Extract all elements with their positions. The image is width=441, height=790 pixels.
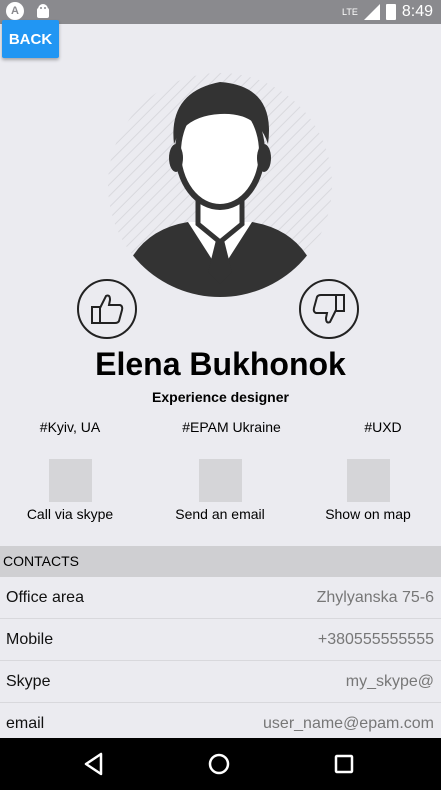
app-a-icon: A xyxy=(6,2,24,20)
recents-square-icon[interactable] xyxy=(331,751,357,777)
contact-value: Zhylyanska 75-6 xyxy=(316,588,434,606)
email-icon xyxy=(198,459,242,502)
contact-row-skype[interactable]: Skype my_skype@ xyxy=(0,661,441,703)
contact-key: email xyxy=(6,715,45,732)
dislike-button[interactable] xyxy=(299,279,359,339)
contact-value: user_name@epam.com xyxy=(263,715,434,732)
action-label: Send an email xyxy=(175,506,265,522)
like-button[interactable] xyxy=(77,279,137,339)
back-triangle-icon[interactable] xyxy=(81,751,107,777)
thumbs-down-icon xyxy=(312,294,345,324)
system-nav-bar xyxy=(0,738,441,790)
tag-location[interactable]: #Kyiv, UA xyxy=(10,419,130,435)
signal-icon xyxy=(363,4,380,20)
contact-row-mobile[interactable]: Mobile +380555555555 xyxy=(0,619,441,661)
call-via-skype-button[interactable]: Call via skype xyxy=(0,459,140,522)
contact-key: Mobile xyxy=(6,630,54,648)
status-bar: A LTE 8:49 xyxy=(0,0,441,24)
profile-name: Elena Bukhonok xyxy=(95,346,346,382)
contact-key: Office area xyxy=(6,588,84,606)
contacts-header: CONTACTS xyxy=(0,546,441,577)
home-circle-icon[interactable] xyxy=(206,751,232,777)
contact-row-office[interactable]: Office area Zhylyanska 75-6 xyxy=(0,577,441,619)
tag-department[interactable]: #UXD xyxy=(340,419,426,435)
action-label: Show on map xyxy=(325,506,411,522)
profile-title: Experience designer xyxy=(152,389,289,405)
action-label: Call via skype xyxy=(26,506,114,522)
contact-key: Skype xyxy=(6,672,51,690)
send-email-button[interactable]: Send an email xyxy=(150,459,290,522)
avatar xyxy=(108,73,332,297)
android-icon xyxy=(37,4,49,18)
status-time: 8:49 xyxy=(401,3,433,20)
tag-company[interactable]: #EPAM Ukraine xyxy=(170,419,293,435)
thumbs-up-icon xyxy=(91,294,124,324)
battery-icon xyxy=(385,4,396,20)
back-button[interactable]: BACK xyxy=(2,20,59,58)
map-icon xyxy=(346,459,390,502)
contact-value: my_skype@ xyxy=(345,672,434,690)
show-on-map-button[interactable]: Show on map xyxy=(298,459,438,522)
contact-value: +380555555555 xyxy=(317,630,434,648)
skype-icon xyxy=(48,459,92,502)
network-label: LTE xyxy=(342,7,358,17)
